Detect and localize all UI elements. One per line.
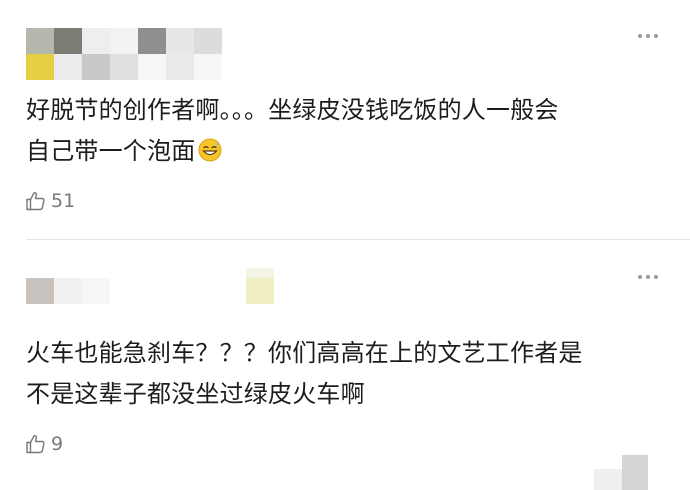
censored-user-header — [26, 28, 226, 80]
censored-corner — [594, 455, 654, 490]
comment-text-line: 不是这辈子都没坐过绿皮火车啊 — [26, 380, 365, 408]
like-button[interactable]: 9 — [24, 431, 63, 457]
more-dots-icon — [638, 34, 642, 38]
grinning-sweat-emoji — [198, 138, 222, 162]
thumbs-up-icon — [26, 192, 45, 211]
comment-text: 好脱节的创作者啊。。。坐绿皮没钱吃饭的人一般会 自己带一个泡面 — [26, 90, 666, 172]
like-button[interactable]: 51 — [24, 188, 75, 214]
comment-item: 好脱节的创作者啊。。。坐绿皮没钱吃饭的人一般会 自己带一个泡面 51 — [0, 0, 690, 240]
comment-text-line: 好脱节的创作者啊。。。坐绿皮没钱吃饭的人一般会 — [26, 96, 559, 124]
comment-item: 火车也能急刹车？？？你们高高在上的文艺工作者是 不是这辈子都没坐过绿皮火车啊 9 — [0, 241, 690, 490]
comment-text-line: 火车也能急刹车？？？你们高高在上的文艺工作者是 — [26, 339, 583, 367]
more-dots-icon — [638, 275, 642, 279]
comment-text: 火车也能急刹车？？？你们高高在上的文艺工作者是 不是这辈子都没坐过绿皮火车啊 — [26, 333, 666, 415]
like-count: 51 — [51, 190, 76, 212]
like-count: 9 — [51, 433, 64, 455]
more-options-button[interactable] — [636, 30, 662, 42]
divider — [26, 239, 690, 240]
comment-text-line: 自己带一个泡面 — [26, 137, 196, 165]
thumbs-up-icon — [26, 435, 45, 454]
more-options-button[interactable] — [636, 271, 662, 283]
